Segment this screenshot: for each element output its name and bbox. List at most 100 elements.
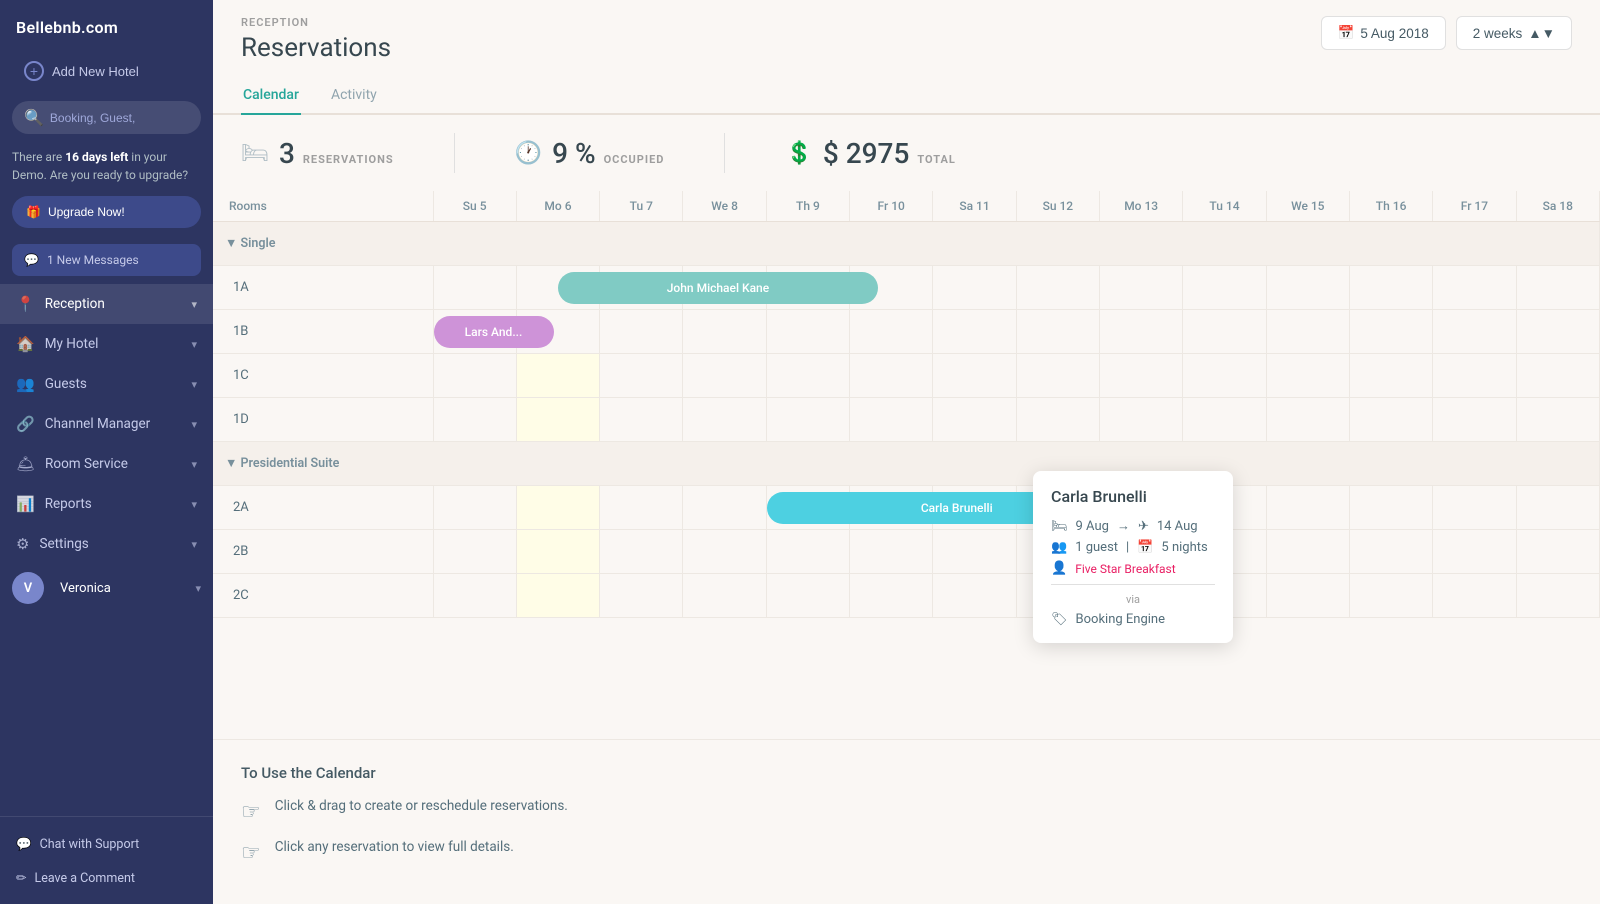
- cell-2c-fr17[interactable]: [1433, 574, 1516, 618]
- tab-calendar[interactable]: Calendar: [241, 77, 301, 115]
- cell-2c-su5[interactable]: [433, 574, 516, 618]
- cell-2a-fr17[interactable]: [1433, 486, 1516, 530]
- cell-1d-mo13[interactable]: [1100, 398, 1183, 442]
- cell-1c-th16[interactable]: [1349, 354, 1432, 398]
- cell-1a-th16[interactable]: [1349, 266, 1432, 310]
- cell-1d-th9[interactable]: [766, 398, 849, 442]
- cell-2b-th9[interactable]: [766, 530, 849, 574]
- cell-1a-fr17[interactable]: [1433, 266, 1516, 310]
- cell-1c-we15[interactable]: [1266, 354, 1349, 398]
- chat-support-button[interactable]: 💬 Chat with Support: [0, 827, 213, 862]
- cell-2c-fr10[interactable]: [850, 574, 933, 618]
- cell-1b-sa18[interactable]: [1516, 310, 1599, 354]
- date-picker-button[interactable]: 📅 5 Aug 2018: [1321, 16, 1446, 50]
- cell-1b-we8[interactable]: [683, 310, 766, 354]
- cell-1b-th16[interactable]: [1349, 310, 1432, 354]
- cell-1c-mo6[interactable]: [516, 354, 599, 398]
- cell-1a-sa18[interactable]: [1516, 266, 1599, 310]
- cell-1d-tu14[interactable]: [1183, 398, 1266, 442]
- cell-1a-sa11[interactable]: [933, 266, 1016, 310]
- cell-2c-th16[interactable]: [1349, 574, 1432, 618]
- cell-2b-tu7[interactable]: [600, 530, 683, 574]
- cell-1c-su12[interactable]: [1016, 354, 1099, 398]
- cell-2a-mo6[interactable]: [516, 486, 599, 530]
- leave-comment-button[interactable]: ✏ Leave a Comment: [0, 862, 213, 894]
- cell-2b-th16[interactable]: [1349, 530, 1432, 574]
- cell-1b-sa11[interactable]: [933, 310, 1016, 354]
- cell-1b-th9[interactable]: [766, 310, 849, 354]
- upgrade-button[interactable]: 🎁 Upgrade Now!: [12, 196, 201, 228]
- cell-1d-fr10[interactable]: [850, 398, 933, 442]
- cell-1c-su5[interactable]: [433, 354, 516, 398]
- cell-1d-th16[interactable]: [1349, 398, 1432, 442]
- cell-2b-we8[interactable]: [683, 530, 766, 574]
- cell-1a-mo6[interactable]: John Michael Kane: [516, 266, 599, 310]
- sidebar-item-channel-manager[interactable]: 🔗 Channel Manager ▾: [0, 404, 213, 444]
- cell-2b-su5[interactable]: [433, 530, 516, 574]
- cell-1a-su5[interactable]: [433, 266, 516, 310]
- cell-2c-mo6[interactable]: [516, 574, 599, 618]
- cell-1a-we15[interactable]: [1266, 266, 1349, 310]
- cell-2b-fr17[interactable]: [1433, 530, 1516, 574]
- user-row[interactable]: V Veronica ▾: [0, 564, 213, 612]
- sidebar-item-reports[interactable]: 📊 Reports ▾: [0, 484, 213, 524]
- cell-1d-tu7[interactable]: [600, 398, 683, 442]
- tab-activity[interactable]: Activity: [329, 77, 379, 115]
- cell-2a-we15[interactable]: [1266, 486, 1349, 530]
- cell-1c-fr10[interactable]: [850, 354, 933, 398]
- cell-1b-fr17[interactable]: [1433, 310, 1516, 354]
- cell-1b-tu7[interactable]: [600, 310, 683, 354]
- cell-1a-su12[interactable]: [1016, 266, 1099, 310]
- cell-1c-sa18[interactable]: [1516, 354, 1599, 398]
- cell-2b-sa18[interactable]: [1516, 530, 1599, 574]
- cell-1c-fr17[interactable]: [1433, 354, 1516, 398]
- cell-1c-tu14[interactable]: [1183, 354, 1266, 398]
- cell-1d-sa18[interactable]: [1516, 398, 1599, 442]
- sidebar-item-settings[interactable]: ⚙ Settings ▾: [0, 524, 213, 564]
- messages-button[interactable]: 💬 1 New Messages: [12, 244, 201, 276]
- cell-1b-tu14[interactable]: [1183, 310, 1266, 354]
- cell-1d-sa11[interactable]: [933, 398, 1016, 442]
- cell-1c-th9[interactable]: [766, 354, 849, 398]
- cell-1a-mo13[interactable]: [1100, 266, 1183, 310]
- cell-1a-tu14[interactable]: [1183, 266, 1266, 310]
- cell-2c-sa11[interactable]: [933, 574, 1016, 618]
- cell-1d-we8[interactable]: [683, 398, 766, 442]
- cell-2b-sa11[interactable]: [933, 530, 1016, 574]
- cell-2a-su5[interactable]: [433, 486, 516, 530]
- cell-1d-su5[interactable]: [433, 398, 516, 442]
- cell-2b-fr10[interactable]: [850, 530, 933, 574]
- period-selector-button[interactable]: 2 weeks ▲▼: [1456, 16, 1572, 50]
- cell-2c-tu7[interactable]: [600, 574, 683, 618]
- cell-2c-we8[interactable]: [683, 574, 766, 618]
- reservation-john[interactable]: John Michael Kane: [558, 272, 878, 304]
- search-bar[interactable]: 🔍: [12, 101, 201, 134]
- cell-1c-mo13[interactable]: [1100, 354, 1183, 398]
- cell-1d-mo6[interactable]: [516, 398, 599, 442]
- cell-2b-mo6[interactable]: [516, 530, 599, 574]
- cell-1c-tu7[interactable]: [600, 354, 683, 398]
- cell-1d-fr17[interactable]: [1433, 398, 1516, 442]
- cell-2b-we15[interactable]: [1266, 530, 1349, 574]
- sidebar-item-room-service[interactable]: 🛎 Room Service ▾: [0, 444, 213, 484]
- search-input[interactable]: [50, 111, 189, 125]
- cell-2a-we8[interactable]: [683, 486, 766, 530]
- reservation-lars[interactable]: Lars And...: [434, 316, 554, 348]
- cell-1d-we15[interactable]: [1266, 398, 1349, 442]
- add-new-hotel-button[interactable]: + Add New Hotel: [12, 51, 201, 91]
- cell-1b-we15[interactable]: [1266, 310, 1349, 354]
- cell-1b-su12[interactable]: [1016, 310, 1099, 354]
- cell-2a-tu7[interactable]: [600, 486, 683, 530]
- sidebar-item-reception[interactable]: 📍 Reception ▾: [0, 284, 213, 324]
- cell-1c-we8[interactable]: [683, 354, 766, 398]
- cell-1c-sa11[interactable]: [933, 354, 1016, 398]
- sidebar-item-guests[interactable]: 👥 Guests ▾: [0, 364, 213, 404]
- cell-2c-we15[interactable]: [1266, 574, 1349, 618]
- cell-1b-mo13[interactable]: [1100, 310, 1183, 354]
- cell-2a-th9[interactable]: Carla Brunelli: [766, 486, 849, 530]
- cell-2c-sa18[interactable]: [1516, 574, 1599, 618]
- sidebar-item-my-hotel[interactable]: 🏠 My Hotel ▾: [0, 324, 213, 364]
- cell-2c-th9[interactable]: [766, 574, 849, 618]
- cell-2a-sa18[interactable]: [1516, 486, 1599, 530]
- cell-1b-fr10[interactable]: [850, 310, 933, 354]
